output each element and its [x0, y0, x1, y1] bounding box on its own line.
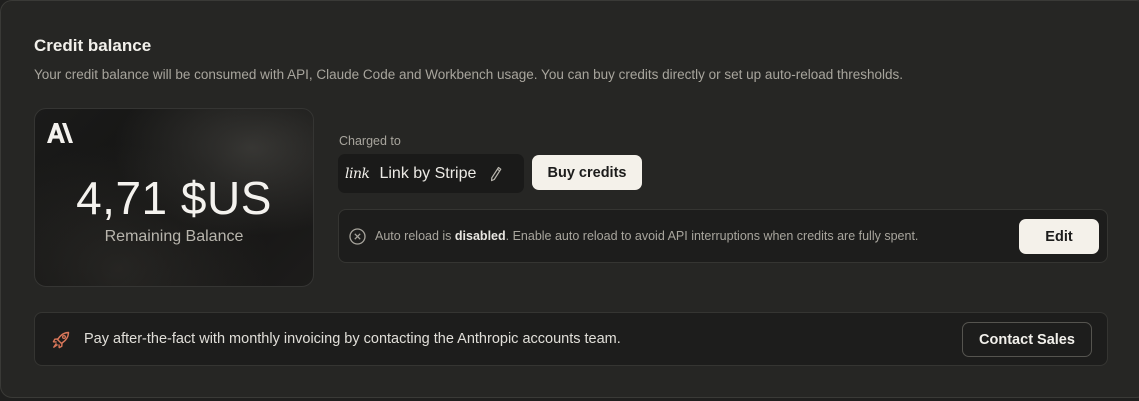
pencil-icon[interactable] [490, 166, 502, 182]
buy-credits-button[interactable]: Buy credits [532, 155, 642, 190]
contact-sales-button[interactable]: Contact Sales [962, 322, 1092, 357]
link-logo: link [345, 165, 370, 182]
payment-method-name: Link by Stripe [379, 164, 477, 182]
edit-auto-reload-button[interactable]: Edit [1019, 219, 1099, 254]
auto-reload-status: disabled [454, 229, 506, 243]
anthropic-logo-icon [47, 123, 73, 143]
auto-reload-text: Auto reload is disabled. Enable auto rel… [375, 229, 919, 243]
balance-card: 4,71 $US Remaining Balance [34, 108, 314, 287]
section-title: Credit balance [34, 36, 152, 55]
circle-x-icon [349, 228, 366, 245]
balance-amount: 4,71 $US [76, 172, 272, 224]
section-description: Your credit balance will be consumed wit… [34, 67, 904, 82]
rocket-icon [52, 331, 70, 349]
invoicing-banner: Pay after-the-fact with monthly invoicin… [34, 312, 1108, 366]
credit-balance-panel: Credit balance Your credit balance will … [0, 0, 1139, 398]
payment-method[interactable]: link Link by Stripe [338, 154, 524, 193]
charged-to-label: Charged to [339, 134, 401, 148]
auto-reload-banner: Auto reload is disabled. Enable auto rel… [338, 209, 1108, 263]
invoicing-text: Pay after-the-fact with monthly invoicin… [84, 331, 621, 347]
balance-label: Remaining Balance [104, 228, 244, 245]
